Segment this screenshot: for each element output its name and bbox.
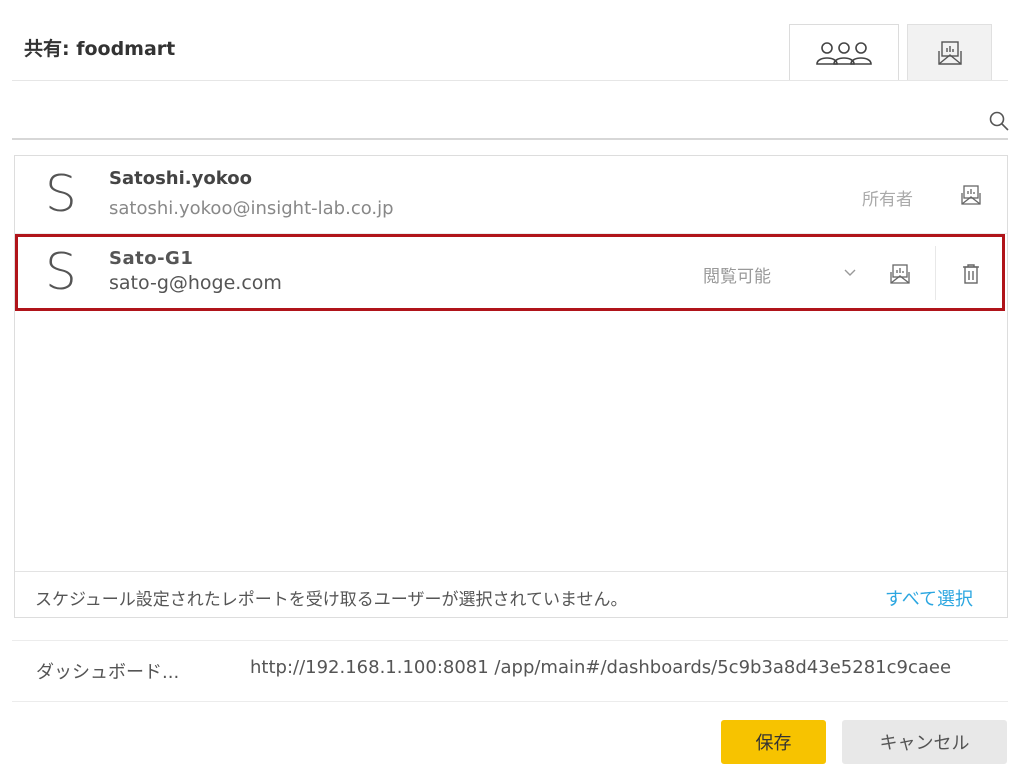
cancel-button[interactable]: キャンセル	[842, 720, 1007, 764]
avatar: S	[45, 165, 77, 223]
tab-reports[interactable]	[907, 24, 992, 81]
search-input[interactable]	[12, 104, 962, 136]
report-envelope-icon	[937, 41, 962, 65]
role-dropdown[interactable]: 閲覧可能	[703, 259, 873, 289]
user-email: satoshi.yokoo@insight-lab.co.jp	[109, 198, 394, 219]
select-all-link[interactable]: すべて選択	[885, 585, 973, 611]
report-envelope-icon[interactable]	[960, 184, 982, 206]
tab-users[interactable]	[789, 24, 899, 81]
action-divider	[935, 246, 936, 300]
list-item: S Satoshi.yokoo satoshi.yokoo@insight-la…	[15, 156, 1007, 234]
list-footer: スケジュール設定されたレポートを受け取るユーザーが選択されていません。 すべて選…	[15, 571, 1007, 617]
dashboard-url-label: ダッシュボード...	[36, 662, 180, 683]
user-name: Sato-G1	[109, 248, 194, 269]
chevron-down-icon	[844, 269, 856, 276]
save-button[interactable]: 保存	[721, 720, 826, 764]
report-envelope-icon[interactable]	[889, 263, 911, 285]
dashboard-url-row: ダッシュボード... http://192.168.1.100:8081 /ap…	[12, 640, 1008, 702]
trash-icon[interactable]	[961, 263, 981, 285]
search-bar	[12, 100, 1010, 140]
search-icon[interactable]	[988, 110, 1010, 132]
users-icon	[816, 42, 872, 65]
user-role: 所有者	[862, 190, 913, 210]
avatar: S	[45, 243, 77, 301]
user-email: sato-g@hoge.com	[109, 272, 282, 294]
dashboard-url-value[interactable]: http://192.168.1.100:8081 /app/main#/das…	[250, 657, 951, 678]
dialog-title: 共有: foodmart	[24, 38, 176, 60]
user-name: Satoshi.yokoo	[109, 168, 252, 189]
list-item: S Sato-G1 sato-g@hoge.com 閲覧可能	[15, 234, 1007, 310]
user-list: S Satoshi.yokoo satoshi.yokoo@insight-la…	[14, 155, 1008, 618]
tabs-divider	[12, 80, 1008, 81]
role-dropdown-value: 閲覧可能	[703, 266, 771, 287]
no-recipients-message: スケジュール設定されたレポートを受け取るユーザーが選択されていません。	[35, 590, 628, 610]
